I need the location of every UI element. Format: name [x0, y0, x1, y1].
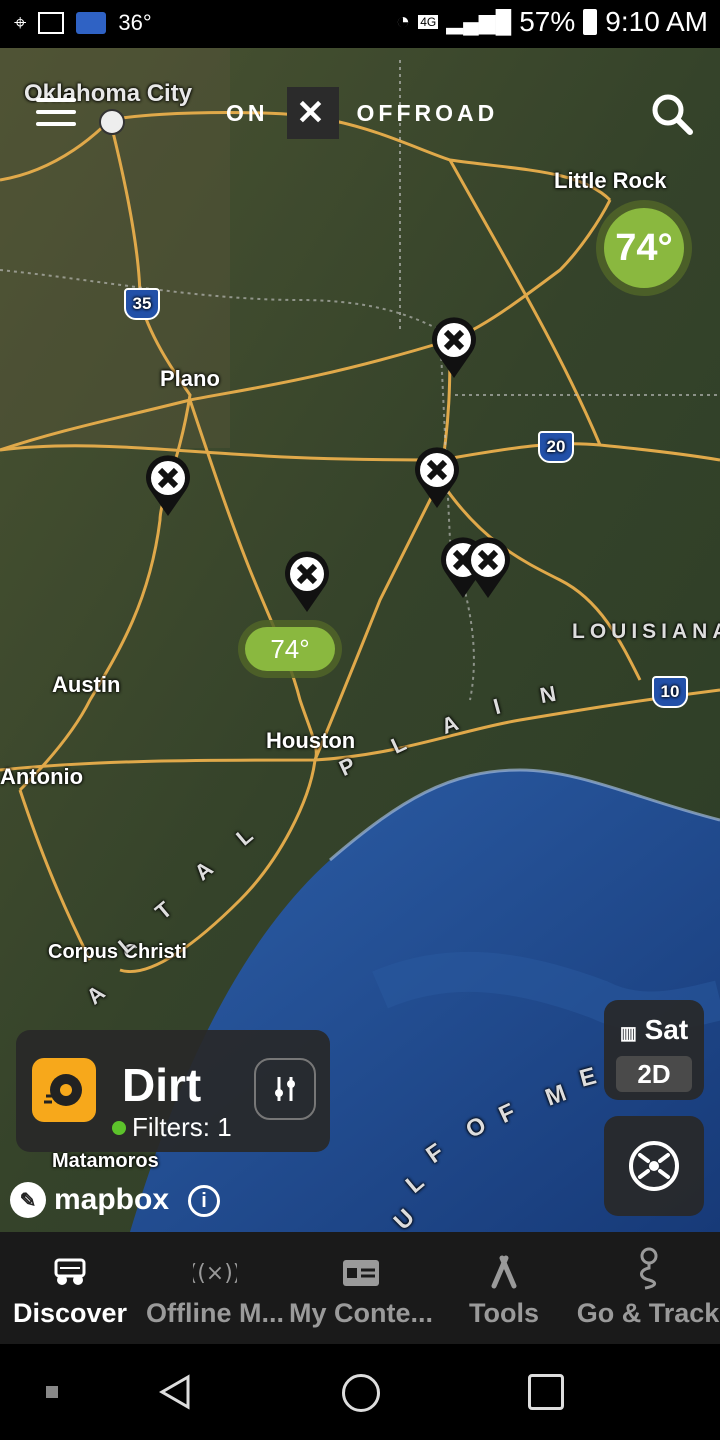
map-book-icon: ▥ [619, 1023, 637, 1043]
trail-pin[interactable] [143, 454, 193, 518]
filter-count-label: Filters: 1 [132, 1112, 232, 1142]
battery-icon [583, 9, 598, 35]
brand-x-mark: ✕ [286, 87, 339, 139]
route-pin-icon [640, 1247, 658, 1290]
home-icon[interactable] [342, 1374, 380, 1412]
place-label-matamoros: Matamoros [52, 1150, 159, 1172]
map-layer-button[interactable]: ▥ Sat 2D [604, 1000, 704, 1100]
place-label-plano: Plano [160, 366, 220, 391]
trail-pin[interactable] [412, 446, 462, 510]
weather-temperature: 74° [604, 208, 684, 288]
trail-filter-card[interactable]: Dirt Filters: 1 [16, 1030, 330, 1152]
content-card-icon [343, 1260, 379, 1286]
gallery-icon [38, 12, 65, 34]
place-label-san-antonio: Antonio [0, 764, 84, 789]
tab-label: My Conte... [288, 1298, 433, 1328]
tab-tools[interactable]: Tools [454, 1232, 554, 1344]
wifi-icon: ◔ [395, 8, 411, 35]
back-icon[interactable] [158, 1374, 192, 1410]
menu-icon[interactable] [36, 98, 76, 128]
highway-shield-10: 10 [652, 676, 688, 708]
recents-dot-icon[interactable] [46, 1386, 58, 1398]
system-navigation-bar [0, 1344, 720, 1440]
tab-label: Go & Track [576, 1298, 720, 1328]
location-icon: ⌖ [14, 10, 27, 35]
place-label-little-rock: Little Rock [554, 168, 667, 193]
tab-offline-maps[interactable]: ((×)) Offline M... [142, 1232, 288, 1344]
place-label-austin: Austin [52, 672, 121, 697]
card-icon [76, 12, 107, 34]
compass-icon [629, 1141, 679, 1191]
mapbox-attribution[interactable]: ✎ mapbox [10, 1182, 169, 1218]
filter-count: Filters: 1 [112, 1112, 232, 1143]
region-label-louisiana: LOUISIANA [572, 620, 720, 643]
tab-label: Offline M... [146, 1298, 284, 1328]
layer-row: ▥ Sat [604, 1014, 704, 1046]
weather-temperature: 74° [245, 627, 335, 671]
network-badge: 4G [418, 15, 439, 29]
tab-label: Discover [12, 1298, 128, 1328]
status-bar: ⌖ 36° ◔ 4G ▂▄▆█ 57% 9:10 AM [0, 0, 720, 48]
dirt-tire-icon [32, 1058, 96, 1122]
layer-label: Sat [644, 1014, 689, 1045]
search-icon[interactable] [650, 92, 694, 136]
capital-marker-icon [99, 109, 125, 135]
tools-icon [491, 1255, 517, 1289]
brand-offroad: OFFROAD [356, 99, 499, 126]
offline-signal-icon: ((×)) [193, 1261, 237, 1286]
tab-my-content[interactable]: My Conte... [288, 1232, 434, 1344]
svg-text:((×)): ((×)) [193, 1261, 237, 1286]
mapbox-logo-icon: ✎ [10, 1182, 46, 1218]
clock: 9:10 AM [605, 6, 708, 37]
battery-percent: 57% [519, 6, 576, 37]
trail-pin[interactable] [463, 536, 513, 600]
highway-shield-35: 35 [124, 288, 160, 320]
place-label-houston: Houston [266, 728, 356, 753]
mapbox-wordmark: mapbox [54, 1183, 170, 1216]
tab-discover[interactable]: Discover [8, 1232, 132, 1344]
trail-type-title: Dirt [122, 1059, 202, 1111]
jeep-icon [54, 1258, 86, 1285]
brand-on: ON [226, 99, 269, 126]
weather-bubble[interactable]: 74° [596, 200, 692, 296]
sliders-icon [275, 1077, 295, 1101]
view-mode-label: 2D [616, 1056, 692, 1092]
status-temperature: 36° [118, 10, 152, 35]
tab-label: Tools [469, 1298, 539, 1328]
overview-icon[interactable] [528, 1374, 564, 1410]
brand-logo: ON ✕ OFFROAD [226, 86, 498, 140]
weather-bubble[interactable]: 74° [238, 620, 342, 678]
compass-button[interactable] [604, 1116, 704, 1216]
highway-shield-20: 20 [538, 431, 574, 463]
active-dot-icon [112, 1120, 126, 1135]
trail-pin[interactable] [429, 316, 479, 380]
bottom-tab-bar: Discover ((×)) Offline M... My Conte... … [0, 1232, 720, 1344]
trail-pin[interactable] [282, 550, 332, 614]
info-icon[interactable]: i [188, 1185, 220, 1217]
signal-icon: ▂▄▆█ [446, 9, 512, 34]
filter-settings-button[interactable] [254, 1058, 316, 1120]
tab-go-and-track[interactable]: Go & Track [576, 1232, 720, 1344]
